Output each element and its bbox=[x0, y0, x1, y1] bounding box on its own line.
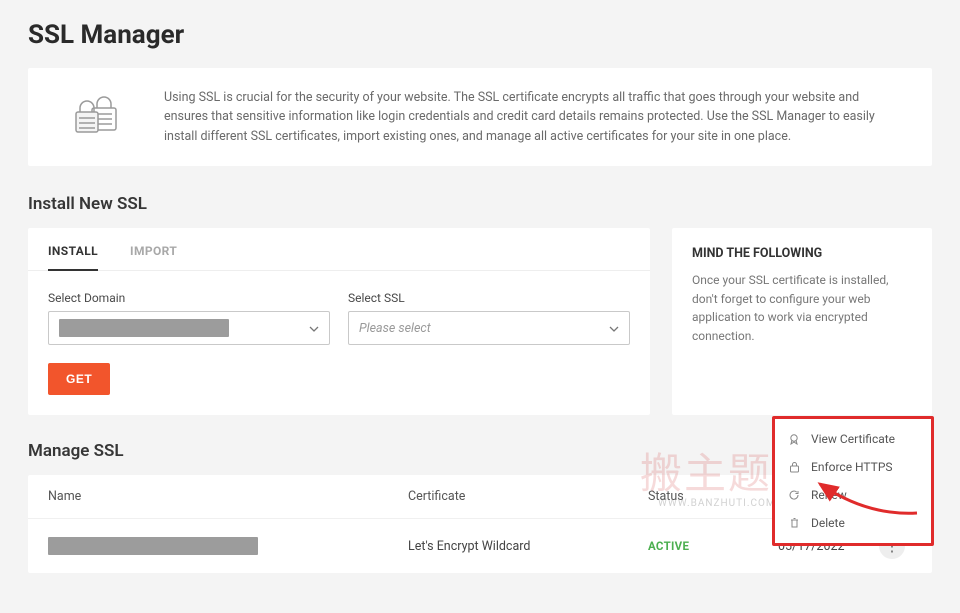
menu-renew[interactable]: Renew bbox=[775, 481, 931, 509]
certificate-icon bbox=[787, 433, 801, 445]
padlock-pair-icon bbox=[56, 88, 136, 138]
banner-description: Using SSL is crucial for the security of… bbox=[164, 88, 904, 146]
tab-install[interactable]: INSTALL bbox=[48, 228, 98, 270]
col-header-name: Name bbox=[48, 489, 408, 504]
install-card: INSTALL IMPORT Select Domain bbox=[28, 228, 650, 415]
chevron-down-icon bbox=[609, 321, 619, 336]
select-ssl-dropdown[interactable]: Please select bbox=[348, 311, 630, 345]
side-note-title: MIND THE FOLLOWING bbox=[692, 246, 912, 261]
menu-view-certificate[interactable]: View Certificate bbox=[775, 425, 931, 453]
col-header-certificate: Certificate bbox=[408, 489, 648, 504]
tab-import[interactable]: IMPORT bbox=[130, 228, 177, 270]
status-badge: ACTIVE bbox=[648, 539, 689, 553]
page-title: SSL Manager bbox=[28, 20, 932, 50]
select-ssl-label: Select SSL bbox=[348, 291, 630, 305]
col-header-status: Status bbox=[648, 489, 778, 504]
trash-icon bbox=[787, 517, 801, 529]
get-button[interactable]: GET bbox=[48, 363, 110, 395]
menu-item-label: Delete bbox=[811, 516, 845, 530]
chevron-down-icon bbox=[309, 321, 319, 336]
select-domain-dropdown[interactable] bbox=[48, 311, 330, 345]
name-value-redacted bbox=[48, 537, 258, 555]
side-note-card: MIND THE FOLLOWING Once your SSL certifi… bbox=[672, 228, 932, 415]
menu-delete[interactable]: Delete bbox=[775, 509, 931, 537]
info-banner: Using SSL is crucial for the security of… bbox=[28, 68, 932, 166]
menu-item-label: View Certificate bbox=[811, 432, 895, 446]
menu-item-label: Renew bbox=[811, 488, 847, 502]
select-domain-label: Select Domain bbox=[48, 291, 330, 305]
certificate-value: Let's Encrypt Wildcard bbox=[408, 539, 648, 554]
refresh-icon bbox=[787, 489, 801, 501]
lock-icon bbox=[787, 461, 801, 473]
select-ssl-placeholder: Please select bbox=[359, 321, 431, 336]
side-note-body: Once your SSL certificate is installed, … bbox=[692, 271, 912, 345]
select-domain-value-redacted bbox=[59, 319, 229, 337]
install-section-heading: Install New SSL bbox=[28, 194, 932, 214]
menu-item-label: Enforce HTTPS bbox=[811, 460, 893, 474]
row-action-menu: View Certificate Enforce HTTPS Renew Del… bbox=[772, 416, 934, 546]
menu-enforce-https[interactable]: Enforce HTTPS bbox=[775, 453, 931, 481]
